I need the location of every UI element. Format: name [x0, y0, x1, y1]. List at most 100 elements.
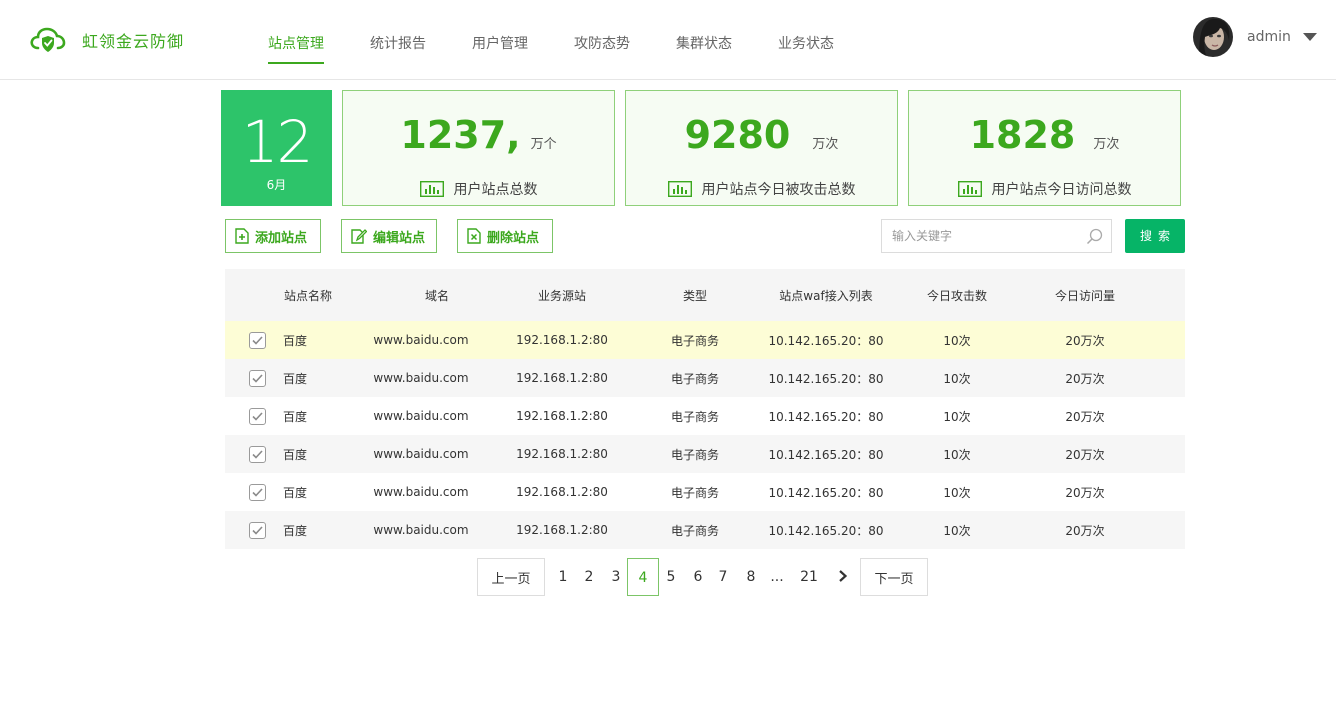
- stat-label: 用户站点总数: [453, 182, 538, 198]
- cell-origin: 192.168.1.2:80: [516, 333, 608, 347]
- cell-attacks: 10次: [943, 371, 971, 386]
- chevron-right-icon[interactable]: [834, 558, 852, 596]
- cell-domain: www.baidu.com: [373, 409, 469, 423]
- caret-down-icon[interactable]: [1302, 33, 1317, 41]
- nav-item-user-management[interactable]: 用户管理: [472, 0, 528, 80]
- search-box: [881, 219, 1112, 253]
- cell-visits: 20万次: [1065, 409, 1105, 424]
- page-1-button[interactable]: 1: [553, 558, 573, 596]
- cell-origin: 192.168.1.2:80: [516, 371, 608, 385]
- cell-waf: 10.142.165.20：80: [768, 485, 884, 500]
- stat-unit: 万次: [1093, 137, 1120, 152]
- check-icon: [251, 525, 263, 535]
- nav-item-business-status[interactable]: 业务状态: [778, 0, 834, 80]
- stat-card-total-sites: 1237, 万个 用户站点总数: [342, 90, 615, 206]
- table-row[interactable]: 百度 www.baidu.com 192.168.1.2:80 电子商务 10.…: [225, 435, 1185, 473]
- cell-waf: 10.142.165.20：80: [768, 409, 884, 424]
- cell-type: 电子商务: [670, 409, 719, 424]
- cell-waf: 10.142.165.20：80: [768, 333, 884, 348]
- stat-value: 1237,: [400, 113, 521, 157]
- cell-visits: 20万次: [1065, 371, 1105, 386]
- stat-value: 9280: [684, 113, 791, 157]
- page-2-button[interactable]: 2: [579, 558, 599, 596]
- date-day: 12: [241, 108, 314, 176]
- table-header: 站点名称 域名 业务源站 类型 站点waf接入列表 今日攻击数 今日访问量: [225, 269, 1185, 321]
- cell-origin: 192.168.1.2:80: [516, 485, 608, 499]
- nav-item-statistics-report[interactable]: 统计报告: [370, 0, 426, 80]
- column-header-waf-list: 站点waf接入列表: [779, 288, 873, 303]
- row-checkbox[interactable]: [248, 445, 266, 463]
- cell-attacks: 10次: [943, 523, 971, 538]
- cell-site-name: 百度: [283, 523, 308, 538]
- search-button[interactable]: 搜索: [1125, 219, 1185, 253]
- row-checkbox[interactable]: [248, 521, 266, 539]
- cell-origin: 192.168.1.2:80: [516, 523, 608, 537]
- table-row[interactable]: 百度 www.baidu.com 192.168.1.2:80 电子商务 10.…: [225, 473, 1185, 511]
- cell-type: 电子商务: [670, 333, 719, 348]
- cell-waf: 10.142.165.20：80: [768, 371, 884, 386]
- add-site-label: 添加站点: [255, 230, 308, 246]
- page-5-button[interactable]: 5: [661, 558, 681, 596]
- cell-domain: www.baidu.com: [373, 333, 469, 347]
- cell-origin: 192.168.1.2:80: [516, 409, 608, 423]
- stat-card-visits-today: 1828 万次 用户站点今日访问总数: [908, 90, 1181, 206]
- username: admin: [1247, 29, 1291, 45]
- delete-site-button[interactable]: 删除站点: [457, 219, 553, 253]
- date-month: 6月: [266, 178, 287, 192]
- cell-site-name: 百度: [283, 485, 308, 500]
- cell-domain: www.baidu.com: [373, 523, 469, 537]
- app-name: 虹领金云防御: [82, 32, 185, 51]
- stat-unit: 万次: [812, 137, 839, 152]
- table-row[interactable]: 百度 www.baidu.com 192.168.1.2:80 电子商务 10.…: [225, 397, 1185, 435]
- cell-attacks: 10次: [943, 485, 971, 500]
- cell-attacks: 10次: [943, 333, 971, 348]
- table-row[interactable]: 百度 www.baidu.com 192.168.1.2:80 电子商务 10.…: [225, 321, 1185, 359]
- pagination: 上一页 1 2 3 4 5 6 7 8 ... 21 下一页: [0, 558, 1336, 596]
- next-page-button[interactable]: 下一页: [860, 558, 928, 596]
- stat-card-attacks-today: 9280 万次 用户站点今日被攻击总数: [625, 90, 898, 206]
- page-ellipsis: ...: [770, 569, 784, 585]
- check-icon: [251, 335, 263, 345]
- row-checkbox[interactable]: [248, 331, 266, 349]
- nav-item-attack-defense[interactable]: 攻防态势: [574, 0, 630, 80]
- page-8-button[interactable]: 8: [741, 558, 761, 596]
- table-row[interactable]: 百度 www.baidu.com 192.168.1.2:80 电子商务 10.…: [225, 511, 1185, 549]
- column-header-visits-today: 今日访问量: [1054, 288, 1115, 303]
- page-7-button[interactable]: 7: [713, 558, 733, 596]
- cell-type: 电子商务: [670, 447, 719, 462]
- column-header-attacks-today: 今日攻击数: [926, 288, 987, 303]
- edit-site-button[interactable]: 编辑站点: [341, 219, 437, 253]
- table-row[interactable]: 百度 www.baidu.com 192.168.1.2:80 电子商务 10.…: [225, 359, 1185, 397]
- page-3-button[interactable]: 3: [606, 558, 626, 596]
- user-menu[interactable]: admin: [1193, 17, 1317, 57]
- file-add-icon: [235, 228, 249, 244]
- avatar[interactable]: [1193, 17, 1233, 57]
- column-header-origin: 业务源站: [537, 288, 586, 303]
- add-site-button[interactable]: 添加站点: [225, 219, 321, 253]
- row-checkbox[interactable]: [248, 407, 266, 425]
- nav-item-site-management[interactable]: 站点管理: [268, 0, 324, 80]
- main-nav: 站点管理 统计报告 用户管理 攻防态势 集群状态 业务状态: [268, 0, 880, 80]
- cell-visits: 20万次: [1065, 523, 1105, 538]
- page-21-button[interactable]: 21: [795, 558, 823, 596]
- cell-site-name: 百度: [283, 447, 308, 462]
- search-icon[interactable]: [1086, 228, 1103, 245]
- cell-origin: 192.168.1.2:80: [516, 447, 608, 461]
- page-6-button[interactable]: 6: [688, 558, 708, 596]
- logo[interactable]: 虹领金云防御: [30, 24, 184, 56]
- prev-page-button[interactable]: 上一页: [477, 558, 545, 596]
- sites-table: 站点名称 域名 业务源站 类型 站点waf接入列表 今日攻击数 今日访问量 百度…: [225, 269, 1185, 549]
- nav-item-cluster-status[interactable]: 集群状态: [676, 0, 732, 80]
- row-checkbox[interactable]: [248, 369, 266, 387]
- cell-site-name: 百度: [283, 333, 308, 348]
- cell-waf: 10.142.165.20：80: [768, 523, 884, 538]
- bar-chart-icon: [419, 180, 444, 198]
- file-edit-icon: [351, 229, 367, 244]
- stat-value: 1828: [969, 113, 1076, 157]
- cell-visits: 20万次: [1065, 485, 1105, 500]
- search-input[interactable]: [882, 220, 1072, 252]
- row-checkbox[interactable]: [248, 483, 266, 501]
- check-icon: [251, 487, 263, 497]
- check-icon: [251, 411, 263, 421]
- page-4-button[interactable]: 4: [627, 558, 659, 596]
